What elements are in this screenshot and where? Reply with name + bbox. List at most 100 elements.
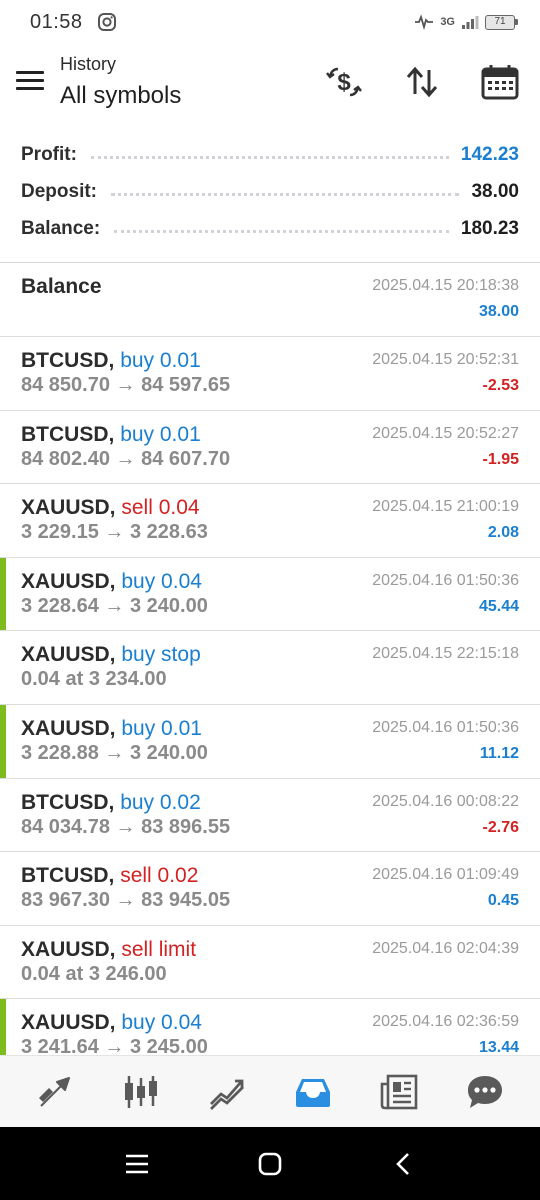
deal-title: XAUUSD, sell limit <box>21 938 196 962</box>
tab-chart[interactable] <box>111 1062 171 1122</box>
deal-row[interactable]: BTCUSD, sell 0.02 83 967.30 → 83 945.05 20… <box>0 852 540 926</box>
page-title: All symbols <box>60 82 182 109</box>
system-nav-bar <box>0 1127 540 1200</box>
app-header: History All symbols $ <box>0 44 540 124</box>
deal-row[interactable]: XAUUSD, buy 0.04 3 228.64 → 3 240.00 2025.… <box>0 557 540 632</box>
deal-side: sell 0.02 <box>120 864 199 888</box>
history-list[interactable]: Balance 2025.04.15 20:18:38 38.00 BTCUSD, b… <box>0 263 540 1055</box>
deal-prices: 84 034.78 → 83 896.55 <box>21 815 231 838</box>
newspaper-icon <box>380 1074 418 1109</box>
deal-prices: 0.04 at 3 234.00 <box>21 668 167 691</box>
deal-side: buy 0.04 <box>121 569 202 593</box>
deal-time: 2025.04.16 02:04:39 <box>372 939 519 957</box>
tab-news[interactable] <box>369 1062 429 1122</box>
home-button[interactable] <box>240 1139 300 1189</box>
deal-title: BTCUSD, sell 0.02 <box>21 864 198 888</box>
leader-dots <box>114 230 449 233</box>
deal-prices: 3 228.64 → 3 240.00 <box>21 594 208 617</box>
deal-row[interactable]: BTCUSD, buy 0.02 84 034.78 → 83 896.55 202… <box>0 779 540 853</box>
deal-side: buy stop <box>121 643 201 667</box>
summary-row-profit: Profit: 142.23 <box>0 136 540 173</box>
deal-side: buy 0.01 <box>120 422 201 446</box>
signal-icon <box>462 16 479 29</box>
deal-title: Balance <box>21 275 102 299</box>
status-bar: 01:58 3G 71 <box>0 0 540 44</box>
deal-prices: 0.04 at 3 246.00 <box>21 962 167 985</box>
deal-profit: -1.95 <box>482 450 519 468</box>
chat-bubble-icon <box>468 1075 502 1108</box>
deal-title: XAUUSD, buy 0.01 <box>21 717 202 741</box>
instagram-icon <box>97 13 116 31</box>
position-accent-bar <box>0 999 6 1055</box>
symbol-name: BTCUSD, <box>21 864 115 888</box>
deal-title: BTCUSD, buy 0.02 <box>21 791 201 815</box>
deal-time: 2025.04.15 21:00:19 <box>372 498 519 516</box>
deal-profit: 45.44 <box>478 597 519 615</box>
sort-button[interactable] <box>400 62 444 102</box>
deal-row[interactable]: BTCUSD, buy 0.01 84 850.70 → 84 597.65 202… <box>0 337 540 411</box>
summary-label: Profit: <box>21 143 77 165</box>
back-button[interactable] <box>373 1139 433 1189</box>
symbol-name: BTCUSD, <box>21 422 115 446</box>
deal-time: 2025.04.15 20:52:31 <box>372 351 519 368</box>
deal-time: 2025.04.16 00:08:22 <box>372 792 519 810</box>
calendar-button[interactable] <box>478 62 522 102</box>
deal-row[interactable]: XAUUSD, buy stop 0.04 at 3 234.00 2025.04.… <box>0 631 540 705</box>
deal-time: 2025.04.16 01:09:49 <box>372 866 519 884</box>
currency-exchange-button[interactable]: $ <box>322 62 366 102</box>
deal-side: buy 0.01 <box>121 716 202 740</box>
symbol-name: XAUUSD, <box>21 496 116 520</box>
candlestick-icon <box>125 1075 157 1108</box>
tab-trade[interactable] <box>197 1062 257 1122</box>
tab-messages[interactable] <box>455 1062 515 1122</box>
status-time: 01:58 <box>30 10 83 33</box>
sort-arrows-icon <box>406 66 438 98</box>
deal-row[interactable]: XAUUSD, sell limit 0.04 at 3 246.00 2025.0… <box>0 926 540 1000</box>
balance-row[interactable]: Balance 2025.04.15 20:18:38 38.00 <box>0 263 540 337</box>
deal-row[interactable]: XAUUSD, sell 0.04 3 229.15 → 3 228.63 2025… <box>0 484 540 558</box>
symbol-name: XAUUSD, <box>21 569 116 593</box>
network-type: 3G <box>440 16 455 28</box>
svg-text:$: $ <box>337 69 351 96</box>
header-subtitle: History <box>60 54 117 74</box>
deal-time: 2025.04.16 01:50:36 <box>372 571 519 589</box>
trend-lines-icon <box>210 1079 244 1110</box>
symbol-name: BTCUSD, <box>21 349 115 372</box>
symbol-name: XAUUSD, <box>21 716 116 740</box>
deal-title: XAUUSD, buy 0.04 <box>21 570 202 594</box>
inbox-icon <box>296 1078 330 1107</box>
summary-section: Profit: 142.23 Deposit: 38.00 Balance: 1… <box>0 136 540 247</box>
deal-side: sell 0.04 <box>121 496 200 520</box>
deal-profit: 11.12 <box>479 744 519 762</box>
deal-row[interactable]: BTCUSD, buy 0.01 84 802.40 → 84 607.70 202… <box>0 411 540 485</box>
deal-prices: 84 802.40 → 84 607.70 <box>21 447 231 470</box>
deal-title: XAUUSD, buy stop <box>21 643 201 667</box>
deal-profit: 38.00 <box>478 303 519 320</box>
home-icon <box>258 1152 282 1175</box>
deal-time: 2025.04.15 22:15:18 <box>372 645 519 663</box>
hamburger-icon <box>16 71 44 74</box>
tab-history[interactable] <box>283 1062 343 1122</box>
deal-side: buy 0.04 <box>121 1011 202 1035</box>
deal-time: 2025.04.16 02:36:59 <box>372 1013 519 1031</box>
currency-exchange-icon: $ <box>326 67 362 97</box>
deal-time: 2025.04.16 01:50:36 <box>372 718 519 736</box>
deal-profit: -2.53 <box>482 377 519 394</box>
menu-button[interactable] <box>14 66 46 98</box>
summary-row-deposit: Deposit: 38.00 <box>0 173 540 210</box>
position-accent-bar <box>0 704 6 778</box>
tab-quotes[interactable] <box>25 1062 85 1122</box>
deal-prices: 84 850.70 → 84 597.65 <box>21 374 231 396</box>
summary-label: Balance: <box>21 217 101 239</box>
deal-prices: 3 229.15 → 3 228.63 <box>21 521 208 544</box>
deal-row[interactable]: XAUUSD, buy 0.01 3 228.88 → 3 240.00 2025.… <box>0 704 540 779</box>
position-accent-bar <box>0 557 6 631</box>
deal-title: BTCUSD, buy 0.01 <box>21 349 201 373</box>
symbol-name: XAUUSD, <box>21 1011 116 1035</box>
recent-apps-icon <box>125 1154 148 1173</box>
deal-row[interactable]: XAUUSD, buy 0.04 3 241.64 → 3 245.00 2025.… <box>0 999 540 1055</box>
recent-apps-button[interactable] <box>107 1139 167 1189</box>
calendar-icon <box>481 65 519 100</box>
symbol-name: XAUUSD, <box>21 937 116 961</box>
deal-side: buy 0.01 <box>120 349 201 372</box>
